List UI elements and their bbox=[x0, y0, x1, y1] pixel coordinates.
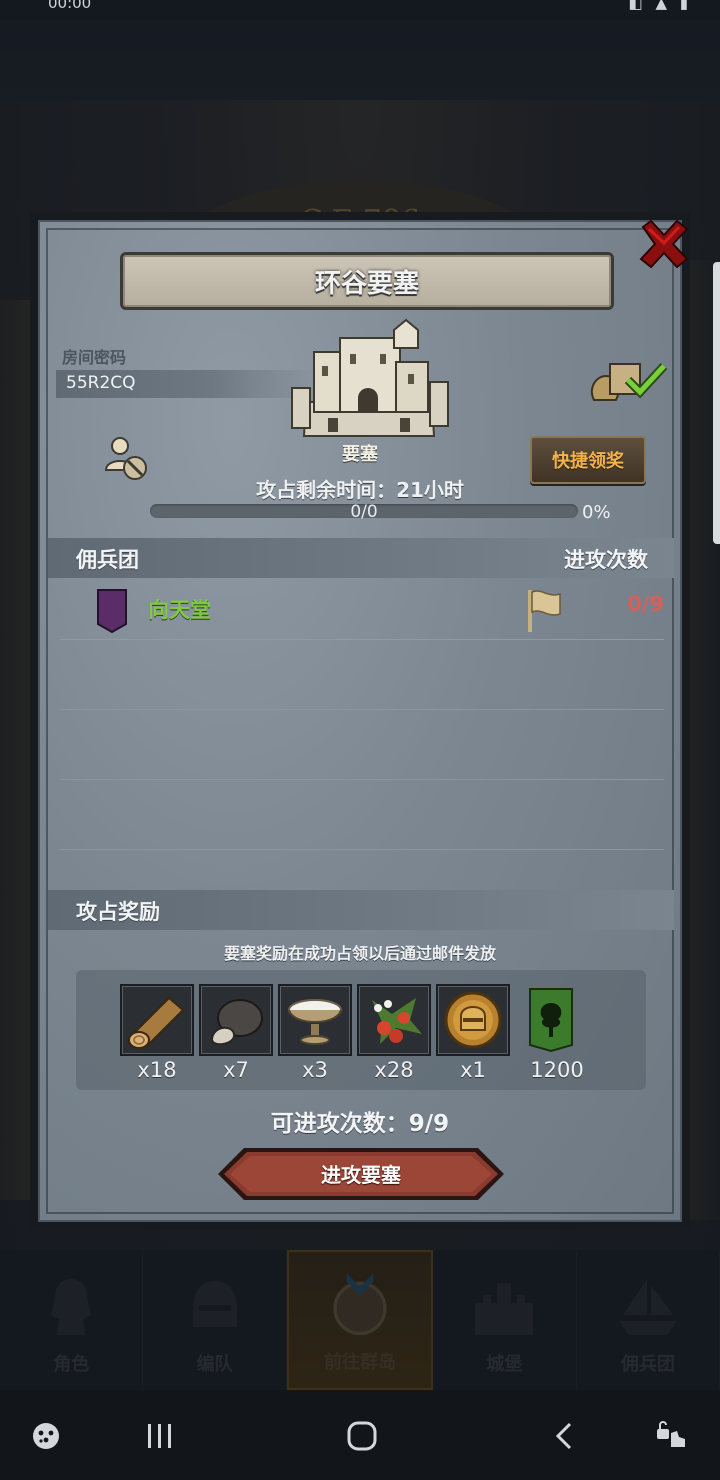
progress-text: 0/0 bbox=[350, 502, 378, 522]
reward-qty: x18 bbox=[137, 1058, 177, 1082]
fortress-dialog: 环谷要塞 房间密码 55R2CQ 要塞 快捷领奖 攻占剩余时间：21小时 0/0… bbox=[30, 212, 690, 1230]
reward-item[interactable]: x7 bbox=[199, 984, 273, 1084]
empty-slot-row bbox=[60, 780, 664, 850]
empty-slot-row bbox=[60, 640, 664, 710]
truffle-icon bbox=[199, 984, 273, 1056]
mercenary-section-title: 佣兵团 bbox=[76, 548, 139, 572]
mercenary-name: 向天堂 bbox=[148, 598, 211, 622]
back-icon[interactable] bbox=[536, 1408, 592, 1464]
attack-button-label: 进攻要塞 bbox=[321, 1163, 401, 1187]
reward-qty: x1 bbox=[460, 1058, 486, 1082]
guild-banner-icon bbox=[96, 588, 128, 634]
reward-item[interactable]: x28 bbox=[357, 984, 431, 1084]
reward-bag-check-icon[interactable] bbox=[588, 354, 670, 404]
wood-log-icon bbox=[120, 984, 194, 1056]
system-nav-bar bbox=[0, 1390, 720, 1480]
quick-claim-label: 快捷领奖 bbox=[552, 451, 624, 472]
status-icons: ◧ ▲ ▮ bbox=[628, 0, 692, 12]
salt-bowl-icon bbox=[278, 984, 352, 1056]
reward-qty: x28 bbox=[374, 1058, 414, 1082]
scrollbar[interactable] bbox=[713, 262, 720, 544]
helmet-coin-icon bbox=[436, 984, 510, 1056]
reward-qty: x3 bbox=[302, 1058, 328, 1082]
dialog-panel: 环谷要塞 房间密码 55R2CQ 要塞 快捷领奖 攻占剩余时间：21小时 0/0… bbox=[38, 220, 682, 1222]
reward-qty: 1200 bbox=[530, 1058, 584, 1082]
attack-count-header: 进攻次数 bbox=[564, 548, 648, 572]
mercenary-attack-count: 0/9 bbox=[627, 592, 664, 616]
tree-banner-icon bbox=[514, 984, 588, 1056]
game-launcher-icon[interactable] bbox=[18, 1408, 74, 1464]
available-attacks: 可进攻次数：9/9 bbox=[270, 1111, 450, 1137]
reward-section-title: 攻占奖励 bbox=[76, 900, 160, 924]
reward-item[interactable]: x18 bbox=[120, 984, 194, 1084]
mercenary-section-header: 佣兵团 进攻次数 bbox=[48, 538, 674, 578]
dialog-title: 环谷要塞 bbox=[314, 268, 419, 299]
recent-apps-icon[interactable] bbox=[132, 1408, 188, 1464]
reward-note: 要塞奖励在成功占领以后通过邮件发放 bbox=[223, 944, 496, 963]
reward-section-header: 攻占奖励 bbox=[48, 890, 674, 930]
dialog-title-plate: 环谷要塞 bbox=[120, 252, 614, 310]
progress-percent: 0% bbox=[582, 502, 611, 523]
berries-icon bbox=[357, 984, 431, 1056]
status-time: 00:00 bbox=[48, 0, 92, 12]
flag-icon bbox=[524, 588, 564, 634]
touch-lock-icon[interactable] bbox=[644, 1408, 700, 1464]
capture-time-left: 攻占剩余时间：21小时 bbox=[256, 478, 464, 502]
close-icon bbox=[639, 219, 689, 269]
room-password-label: 房间密码 bbox=[62, 348, 127, 367]
reward-item[interactable]: x3 bbox=[278, 984, 352, 1084]
status-bar: 00:00 ◧ ▲ ▮ bbox=[0, 0, 720, 20]
fortress-icon bbox=[284, 318, 454, 438]
reward-items-panel: x18 x7 x3 x28 x1 1200 bbox=[76, 970, 646, 1090]
close-button[interactable] bbox=[634, 214, 694, 274]
reward-qty: x7 bbox=[223, 1058, 249, 1082]
reward-item[interactable]: 1200 bbox=[514, 984, 600, 1084]
empty-slot-row bbox=[60, 710, 664, 780]
home-icon[interactable] bbox=[334, 1408, 390, 1464]
room-code[interactable]: 55R2CQ bbox=[66, 373, 136, 393]
attack-fortress-button[interactable]: 进攻要塞 bbox=[216, 1146, 506, 1202]
list-item[interactable]: 向天堂 0/9 bbox=[60, 578, 664, 640]
reward-item[interactable]: x1 bbox=[436, 984, 510, 1084]
